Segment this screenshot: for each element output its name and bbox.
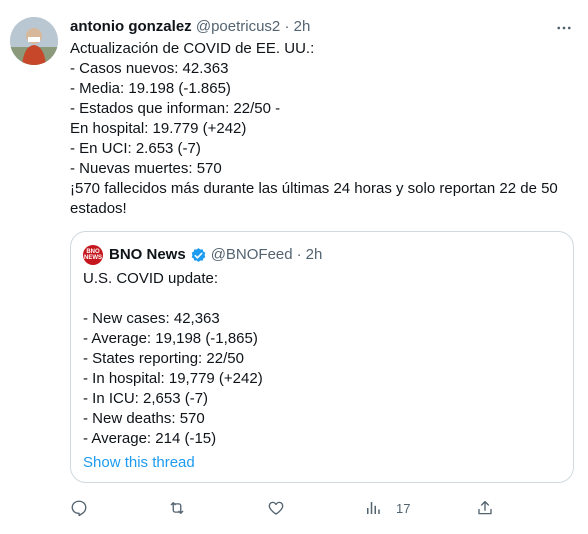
reply-icon <box>71 500 87 517</box>
quoted-tweet[interactable]: BNO NEWS BNO News @BNOFeed · 2h U.S. COV… <box>70 231 574 483</box>
reply-button[interactable] <box>70 496 88 520</box>
quoted-author-handle[interactable]: @BNOFeed <box>211 245 293 265</box>
like-icon <box>268 501 284 515</box>
quoted-line: - In ICU: 2,653 (-7) <box>83 390 209 407</box>
verified-badge-icon <box>191 247 205 262</box>
analytics-icon <box>367 502 380 514</box>
avatar-image <box>10 17 58 65</box>
tweet-line: En hospital: 19.779 (+242) <box>70 120 247 137</box>
quoted-line: - New cases: 42,363 <box>83 310 220 327</box>
tweet-text: Actualización de COVID de EE. UU.: - Cas… <box>70 39 580 219</box>
quoted-line: - In hospital: 19,779 (+242) <box>83 370 263 387</box>
retweet-button[interactable] <box>168 496 186 520</box>
tweet-line: Actualización de COVID de EE. UU.: <box>70 40 315 57</box>
tweet-line: - Nuevas muertes: 570 <box>70 160 222 177</box>
more-icon <box>557 26 571 30</box>
share-button[interactable] <box>476 496 494 520</box>
more-options-button[interactable] <box>554 18 574 38</box>
separator-dot: · <box>296 246 302 263</box>
quoted-line: - Average: 19,198 (-1,865) <box>83 330 258 347</box>
author-name[interactable]: antonio gonzalez <box>70 18 192 35</box>
quoted-author-name[interactable]: BNO News <box>109 245 186 265</box>
tweet-line: - Casos nuevos: 42.363 <box>70 60 229 77</box>
quoted-line: - New deaths: 570 <box>83 410 205 427</box>
quoted-tweet-header: BNO NEWS BNO News @BNOFeed · 2h <box>83 245 322 265</box>
logo-text-bottom: NEWS <box>84 255 102 261</box>
quoted-line <box>83 289 263 309</box>
show-thread-link[interactable]: Show this thread <box>83 453 195 473</box>
analytics-count: 17 <box>396 500 411 516</box>
bno-logo-icon[interactable]: BNO NEWS <box>83 245 103 265</box>
tweet-line: ¡570 fallecidos más durante las últimas … <box>70 180 558 217</box>
quoted-line: - Average: 214 (-15) <box>83 430 217 447</box>
author-handle[interactable]: @poetricus2 <box>196 18 280 35</box>
separator-dot: · <box>284 18 290 35</box>
tweet-line: - Estados que informan: 22/50 - <box>70 100 281 117</box>
quoted-tweet-text: U.S. COVID update: - New cases: 42,363 -… <box>83 269 263 449</box>
share-icon <box>478 500 492 515</box>
analytics-button[interactable]: 17 <box>364 496 410 520</box>
tweet-line: - En UCI: 2.653 (-7) <box>70 140 201 157</box>
quoted-tweet-time[interactable]: 2h <box>306 245 323 265</box>
tweet-header: antonio gonzalez @poetricus2 · 2h <box>70 17 548 37</box>
tweet-time[interactable]: 2h <box>294 18 311 35</box>
tweet-line: - Media: 19.198 (-1.865) <box>70 80 231 97</box>
avatar[interactable] <box>10 17 58 65</box>
retweet-icon <box>170 502 184 514</box>
quoted-line: U.S. COVID update: <box>83 270 219 287</box>
tweet[interactable]: antonio gonzalez @poetricus2 · 2h Actual… <box>0 0 588 534</box>
tweet-actions: 17 <box>70 496 580 520</box>
like-button[interactable] <box>267 496 285 520</box>
quoted-line: - States reporting: 22/50 <box>83 350 244 367</box>
